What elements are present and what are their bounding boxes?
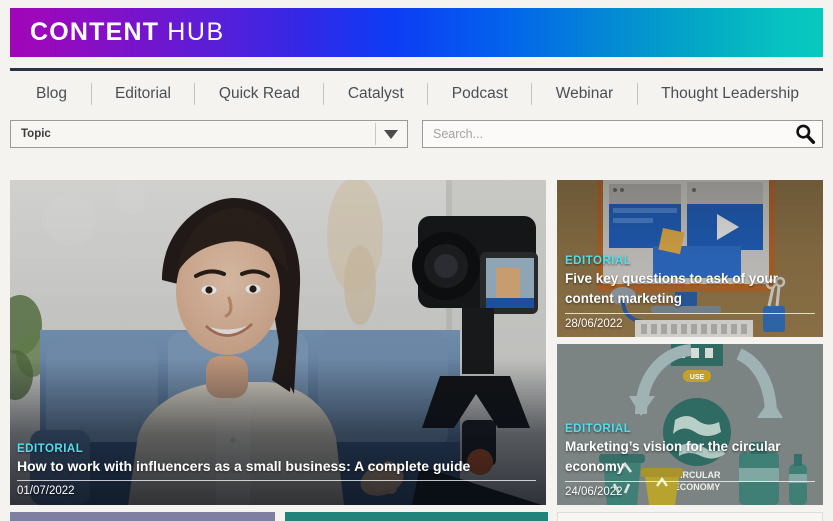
article-card-bottom-2[interactable]	[285, 512, 548, 521]
hero-card-kicker: EDITORIAL	[17, 442, 84, 455]
side-1-card-date: 28/06/2022	[565, 318, 623, 331]
side-2-card-kicker: EDITORIAL	[565, 422, 632, 435]
side-1-card-title: Five key questions to ask of your conten…	[565, 271, 779, 306]
logo-word-primary: CONTENT	[30, 18, 160, 46]
search-field-container[interactable]	[422, 120, 823, 148]
nav-divider	[636, 83, 638, 105]
side-2-card-title: Marketing’s vision for the circular econ…	[565, 439, 781, 474]
primary-nav-container: Blog Editorial Quick Read Catalyst Podca…	[10, 68, 823, 111]
filter-bar: Topic	[10, 120, 823, 148]
nav-divider	[194, 83, 196, 105]
article-card-hero[interactable]: EDITORIAL How to work with influencers a…	[10, 180, 546, 505]
nav-divider	[427, 83, 429, 105]
nav-item-webinar[interactable]: Webinar	[556, 85, 613, 103]
side-1-card-kicker: EDITORIAL	[565, 254, 632, 267]
article-card-bottom-1[interactable]	[10, 512, 275, 521]
article-card-bottom-3[interactable]	[557, 512, 823, 521]
nav-item-podcast[interactable]: Podcast	[452, 85, 508, 103]
nav-divider	[531, 83, 533, 105]
side-2-card-rule	[565, 481, 815, 483]
topic-dropdown-label: Topic	[21, 128, 51, 140]
nav-item-blog[interactable]: Blog	[36, 85, 67, 103]
nav-item-quick-read[interactable]: Quick Read	[219, 85, 300, 103]
site-header-banner: CONTENT HUB	[10, 8, 823, 57]
side-2-card-date: 24/06/2022	[565, 486, 623, 499]
logo-word-secondary: HUB	[167, 18, 225, 46]
side-1-card-rule	[565, 313, 815, 315]
hero-card-rule	[17, 480, 536, 482]
article-card-side-1[interactable]: EDITORIAL Five key questions to ask of y…	[557, 180, 823, 337]
search-input[interactable]	[433, 127, 773, 141]
side-1-card-caption: EDITORIAL Five key questions to ask of y…	[557, 248, 823, 337]
svg-text:USE: USE	[690, 374, 705, 381]
topic-dropdown-divider	[375, 123, 376, 145]
nav-item-catalyst[interactable]: Catalyst	[348, 85, 404, 103]
hero-card-date: 01/07/2022	[17, 485, 75, 498]
site-logo[interactable]: CONTENT HUB	[30, 20, 225, 45]
primary-nav: Blog Editorial Quick Read Catalyst Podca…	[10, 77, 823, 111]
topic-dropdown[interactable]: Topic	[10, 120, 408, 148]
content-hub-page: CONTENT HUB Blog Editorial Quick Read Cat…	[0, 0, 833, 521]
chevron-down-icon	[384, 129, 398, 139]
hero-card-title: How to work with influencers as a small …	[17, 458, 471, 475]
search-icon[interactable]	[794, 123, 816, 145]
nav-item-thought-leadership[interactable]: Thought Leadership	[661, 85, 799, 103]
hero-card-caption: EDITORIAL How to work with influencers a…	[10, 436, 546, 505]
side-2-card-caption: EDITORIAL Marketing’s vision for the cir…	[557, 416, 823, 505]
nav-item-editorial[interactable]: Editorial	[115, 85, 171, 103]
nav-divider	[90, 83, 92, 105]
nav-divider	[323, 83, 325, 105]
article-card-side-2[interactable]: USE CIRCULAR ECONOMY EDITORIAL Marketing…	[557, 344, 823, 505]
